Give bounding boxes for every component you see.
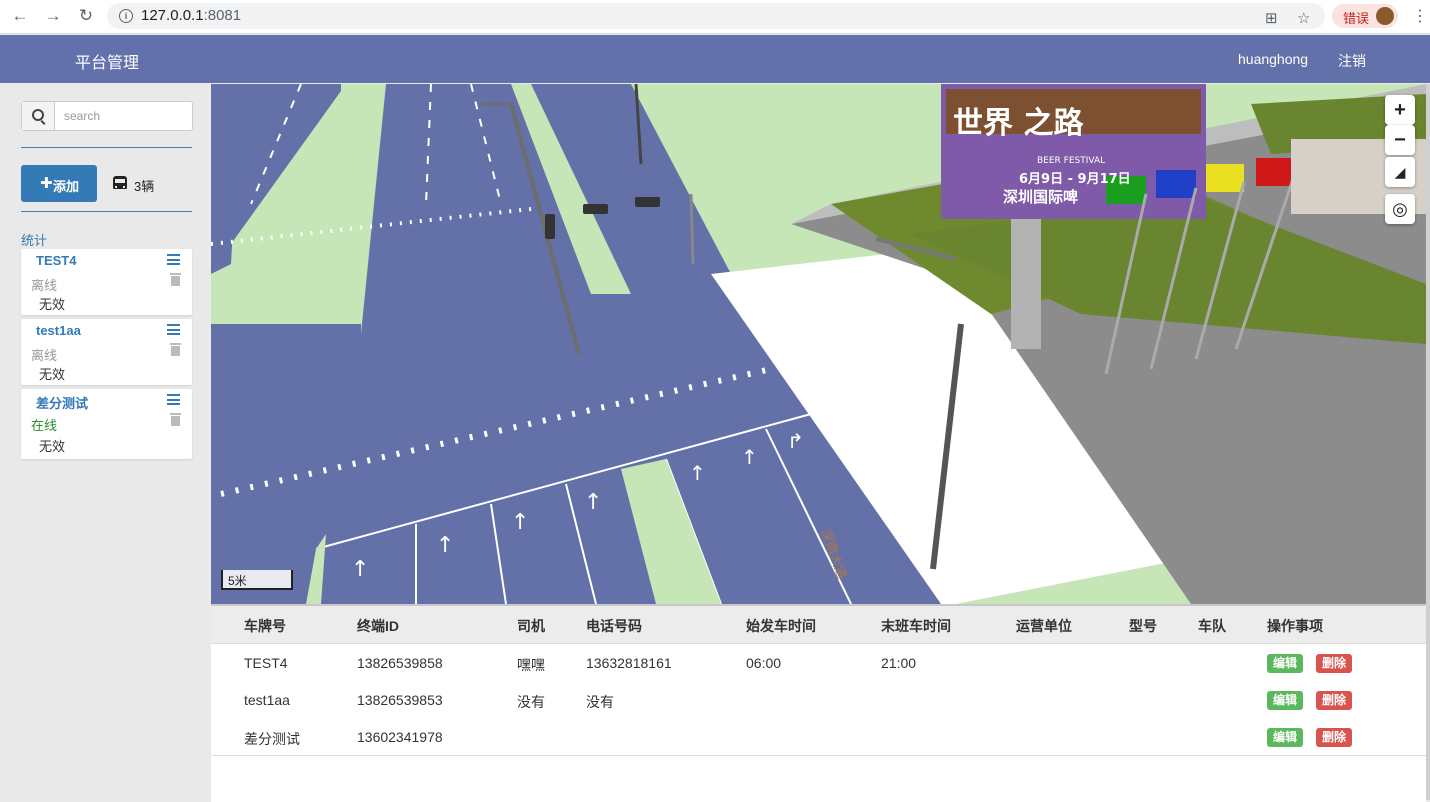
cell-terminal: 13826539858: [357, 655, 443, 671]
user-link[interactable]: huanghong: [1238, 51, 1308, 67]
cell-plate: TEST4: [244, 655, 288, 671]
table-row[interactable]: 差分测试 13602341978 编辑 删除: [211, 718, 1426, 756]
divider: [21, 211, 192, 212]
column-header: 司机: [517, 618, 545, 634]
page-edge: [1426, 84, 1430, 800]
vehicle-status: 在线: [31, 418, 58, 433]
svg-text:↑: ↑: [511, 510, 529, 535]
column-header: 始发车时间: [746, 618, 816, 634]
trash-icon[interactable]: [170, 343, 181, 356]
edit-button[interactable]: 编辑: [1267, 691, 1304, 710]
cell-plate: test1aa: [244, 692, 290, 708]
translate-icon[interactable]: ⊞: [1265, 9, 1278, 27]
column-header: 操作事项: [1267, 618, 1323, 634]
column-header: 终端ID: [357, 618, 399, 634]
vehicle-count: 3辆: [134, 179, 155, 194]
svg-text:↑: ↑: [741, 445, 758, 469]
vehicle-card[interactable]: TEST4 离线 无效: [21, 249, 192, 315]
vehicle-card[interactable]: test1aa 离线 无效: [21, 319, 192, 385]
table-row[interactable]: test1aa 13826539853 没有 没有 编辑 删除: [211, 681, 1426, 719]
address-bar[interactable]: i 127.0.0.1:8081 ⊞ ☆: [107, 3, 1325, 29]
browser-toolbar: ← → ↻ i 127.0.0.1:8081 ⊞ ☆ 错误 ⋮: [0, 0, 1430, 34]
edit-button[interactable]: 编辑: [1267, 654, 1304, 673]
list-icon[interactable]: [167, 324, 180, 335]
cell-terminal: 13602341978: [357, 729, 443, 745]
billboard-subtitle: BEER FESTIVAL: [1037, 156, 1106, 166]
column-header: 车队: [1198, 618, 1226, 634]
vehicle-table: 车牌号 终端ID 司机 电话号码 始发车时间 末班车时间 运营单位 型号 车队 …: [211, 604, 1426, 802]
vehicle-name[interactable]: test1aa: [36, 323, 81, 338]
logout-link[interactable]: 注销: [1338, 51, 1366, 71]
cell-plate: 差分测试: [244, 731, 300, 747]
vehicle-name[interactable]: 差分测试: [36, 393, 88, 412]
svg-text:↑: ↑: [436, 533, 454, 558]
add-vehicle-button[interactable]: ✚ 添加: [21, 165, 97, 202]
svg-text:↑: ↑: [584, 490, 602, 515]
site-info-icon[interactable]: i: [119, 9, 133, 23]
column-header: 型号: [1129, 618, 1157, 634]
zoom-out-button[interactable]: −: [1385, 125, 1415, 155]
cell-phone: 13632818161: [586, 655, 672, 671]
plus-icon: ✚: [40, 175, 53, 192]
vehicle-validity: 无效: [39, 367, 66, 382]
map-3d-view[interactable]: ↑ ↑ ↑ ↑ ↑ ↑ ↱ 世界 之路 BEER FESTIVAL 6月9日 -…: [211, 84, 1426, 604]
table-row[interactable]: TEST4 13826539858 嘿嘿 13632818161 06:00 2…: [211, 644, 1426, 682]
billboard-dates: 6月9日 - 9月17日: [1019, 172, 1131, 187]
delete-button[interactable]: 删除: [1316, 691, 1353, 710]
billboard-title: 世界 之路: [953, 106, 1084, 141]
cell-phone: 没有: [586, 694, 614, 710]
map-scene: ↑ ↑ ↑ ↑ ↑ ↑ ↱: [211, 84, 1426, 604]
cell-driver: 嘿嘿: [517, 657, 545, 673]
divider: [21, 147, 192, 148]
cell-terminal: 13826539853: [357, 692, 443, 708]
top-navbar: 平台管理 huanghong 注销: [0, 35, 1430, 83]
cell-driver: 没有: [517, 694, 545, 710]
column-header: 运营单位: [1016, 618, 1072, 634]
vehicle-card[interactable]: 差分测试 在线 无效: [21, 389, 192, 459]
list-icon[interactable]: [167, 254, 180, 265]
vehicle-validity: 无效: [39, 439, 66, 454]
stats-link[interactable]: 统计: [21, 230, 47, 249]
column-header: 车牌号: [244, 618, 286, 634]
delete-button[interactable]: 删除: [1316, 728, 1353, 747]
vehicle-name[interactable]: TEST4: [36, 253, 76, 268]
delete-button[interactable]: 删除: [1316, 654, 1353, 673]
column-header: 电话号码: [586, 618, 642, 634]
search-input[interactable]: [56, 102, 194, 130]
trash-icon[interactable]: [170, 273, 181, 286]
profile-avatar: [1376, 7, 1394, 25]
search-icon[interactable]: [22, 102, 55, 130]
edit-button[interactable]: 编辑: [1267, 728, 1304, 747]
url-text: 127.0.0.1:8081: [141, 7, 242, 24]
column-header: 末班车时间: [881, 618, 951, 634]
vehicle-validity: 无效: [39, 297, 66, 312]
locate-icon[interactable]: ◎: [1385, 194, 1415, 224]
back-icon[interactable]: ←: [9, 6, 31, 26]
svg-text:↱: ↱: [787, 429, 804, 453]
billboard-venue: 深圳国际啤: [1003, 188, 1079, 206]
compass-icon[interactable]: ◢: [1385, 157, 1415, 187]
forward-icon[interactable]: →: [42, 6, 64, 26]
scale-bar: 5米: [221, 570, 293, 590]
cell-last-time: 21:00: [881, 655, 917, 671]
browser-menu-icon[interactable]: ⋮: [1412, 6, 1428, 26]
vehicle-status: 离线: [31, 348, 58, 363]
table-header: 车牌号 终端ID 司机 电话号码 始发车时间 末班车时间 运营单位 型号 车队 …: [211, 606, 1426, 644]
brand-title[interactable]: 平台管理: [75, 49, 139, 73]
bookmark-star-icon[interactable]: ☆: [1297, 9, 1310, 27]
trash-icon[interactable]: [170, 413, 181, 426]
zoom-in-button[interactable]: +: [1385, 95, 1415, 125]
profile-error-badge[interactable]: 错误: [1332, 4, 1398, 28]
bus-icon: [113, 176, 127, 189]
reload-icon[interactable]: ↻: [75, 6, 97, 26]
svg-text:↑: ↑: [351, 557, 369, 582]
vehicle-status: 离线: [31, 278, 58, 293]
list-icon[interactable]: [167, 394, 180, 405]
sidebar: ✚ 添加 3辆 统计 TEST4 离线 无效 test1aa 离线 无效 差分测…: [10, 84, 208, 800]
search-group: [21, 101, 194, 131]
cell-first-time: 06:00: [746, 655, 782, 671]
svg-text:↑: ↑: [689, 461, 706, 485]
